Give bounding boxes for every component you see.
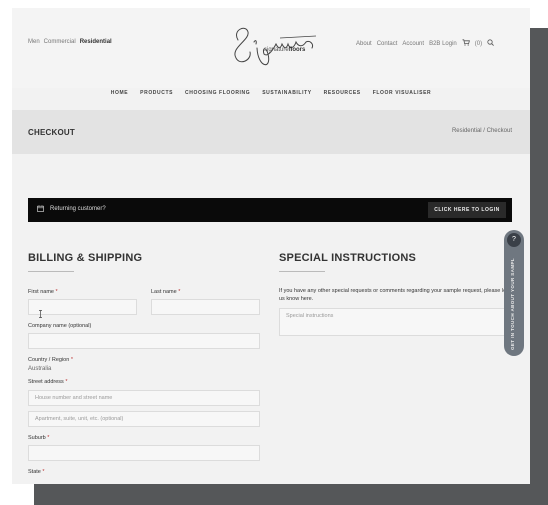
billing-title: BILLING & SHIPPING	[28, 252, 143, 264]
calendar-icon	[37, 205, 44, 214]
special-instructions-divider	[279, 271, 325, 272]
first-name-label: First name *	[28, 289, 58, 295]
nav-item-resources[interactable]: RESOURCES	[324, 90, 361, 104]
returning-customer-bar: Returning customer? CLICK HERE TO LOGIN	[28, 198, 512, 222]
text-cursor-icon	[38, 310, 43, 320]
nav-item-sustainability[interactable]: SUSTAINABILITY	[262, 90, 311, 104]
search-icon[interactable]	[487, 39, 495, 48]
suburb-input[interactable]	[28, 445, 260, 461]
region-link-men[interactable]: Men	[28, 39, 40, 45]
last-name-label: Last name *	[151, 289, 181, 295]
special-instructions-title: SPECIAL INSTRUCTIONS	[279, 252, 417, 264]
last-name-input[interactable]	[151, 299, 260, 315]
returning-customer-text: Returning customer?	[50, 206, 106, 212]
first-name-input[interactable]	[28, 299, 137, 315]
about-link[interactable]: About	[356, 41, 372, 47]
breadcrumb[interactable]: Residential / Checkout	[452, 128, 512, 134]
region-links: Men Commercial Residential	[28, 39, 112, 45]
suburb-label: Suburb *	[28, 435, 50, 441]
get-in-touch-label: GET IN TOUCH ABOUT YOUR SAMPLES	[510, 258, 515, 350]
main-nav: HOME PRODUCTS CHOOSING FLOORING SUSTAINA…	[12, 90, 530, 104]
company-label: Company name (optional)	[28, 323, 92, 329]
country-value: Australia	[28, 366, 52, 372]
nav-item-choosing-flooring[interactable]: CHOOSING FLOORING	[185, 90, 250, 104]
apartment-input[interactable]: Apartment, suite, unit, etc. (optional)	[28, 411, 260, 427]
billing-divider	[28, 271, 74, 272]
special-instructions-textarea[interactable]: Special instructions	[279, 308, 507, 336]
special-instructions-text: If you have any other special requests o…	[279, 288, 508, 302]
login-button[interactable]: CLICK HERE TO LOGIN	[428, 202, 506, 218]
cart-count[interactable]: (0)	[475, 41, 482, 47]
street-address-label: Street address *	[28, 379, 68, 385]
site-header: Men Commercial Residential signaturefloo…	[12, 8, 530, 88]
nav-item-floor-visualiser[interactable]: FLOOR VISUALISER	[373, 90, 432, 104]
page-title-band: CHECKOUT Residential / Checkout	[12, 110, 530, 154]
get-in-touch-tab[interactable]: ? GET IN TOUCH ABOUT YOUR SAMPLES	[504, 230, 524, 356]
region-link-residential[interactable]: Residential	[80, 39, 112, 45]
b2b-login-link[interactable]: B2B Login	[429, 41, 457, 47]
checkout-page: Men Commercial Residential signaturefloo…	[12, 8, 530, 484]
account-link[interactable]: Account	[402, 41, 424, 47]
country-label: Country / Region *	[28, 357, 73, 363]
nav-item-home[interactable]: HOME	[111, 90, 128, 104]
page-title: CHECKOUT	[28, 128, 75, 137]
logo-subtitle: signaturefloors	[264, 47, 306, 53]
nav-item-products[interactable]: PRODUCTS	[140, 90, 173, 104]
company-input[interactable]	[28, 333, 260, 349]
contact-link[interactable]: Contact	[377, 41, 398, 47]
state-label: State *	[28, 469, 45, 475]
cart-icon[interactable]	[462, 39, 470, 48]
help-badge[interactable]: ?	[507, 233, 521, 247]
utility-links: About Contact Account B2B Login (0)	[356, 39, 495, 48]
signature-logo[interactable]	[224, 18, 324, 74]
region-link-commercial[interactable]: Commercial	[44, 39, 76, 45]
street-address-input[interactable]: House number and street name	[28, 390, 260, 406]
